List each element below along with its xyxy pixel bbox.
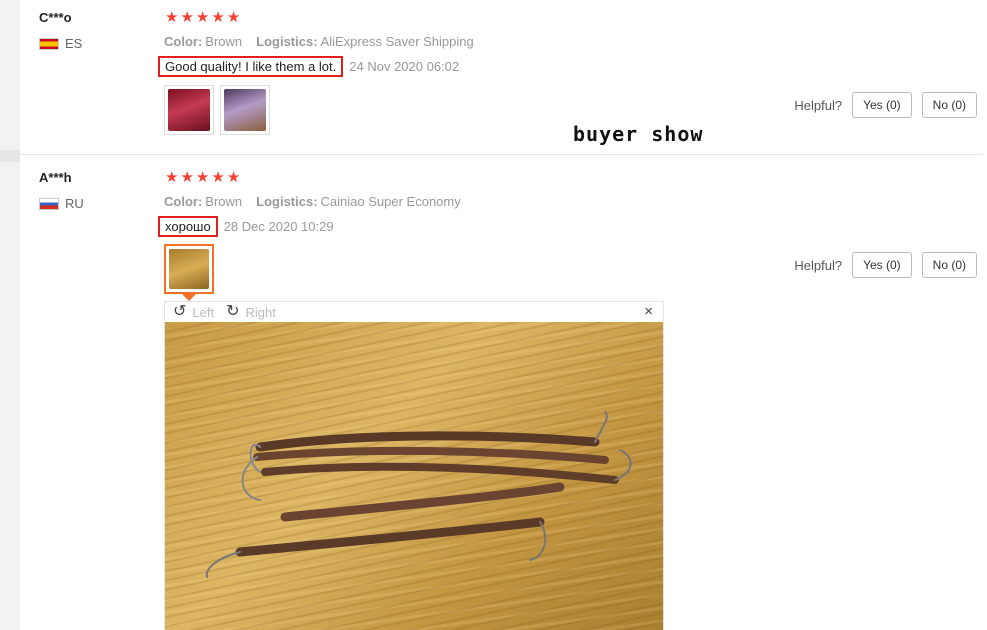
rotate-right-icon[interactable]: ↻	[226, 304, 239, 320]
review-date: 28 Dec 2020 10:29	[223, 219, 334, 234]
review-date: 24 Nov 2020 06:02	[349, 59, 460, 74]
photo-viewer: ↺ Left ↻ Right ×	[164, 301, 664, 630]
buyer-show-caption: buyer show	[573, 122, 704, 146]
star-icon: ★	[180, 9, 194, 26]
photo-image	[168, 89, 210, 131]
star-icon: ★	[165, 9, 179, 26]
color-value: Brown	[205, 34, 243, 49]
photo-image	[224, 89, 266, 131]
color-label: Color:	[164, 194, 203, 209]
feedback-text: Good quality! I like them a lot.	[158, 56, 344, 77]
logistics-value: AliExpress Saver Shipping	[320, 34, 474, 49]
star-icon: ★	[195, 169, 210, 186]
review-photos	[164, 85, 270, 135]
rotate-right-label[interactable]: Right	[246, 305, 276, 320]
star-icon: ★	[226, 9, 241, 26]
color-value: Brown	[205, 194, 243, 209]
close-icon[interactable]: ×	[644, 303, 653, 320]
helpful-label: Helpful?	[794, 257, 843, 273]
star-icon: ★	[165, 169, 179, 186]
flag-ru-icon	[39, 197, 59, 210]
order-meta: Color: Brown Logistics: AliExpress Saver S…	[164, 34, 474, 49]
reviewer-country: ES	[39, 36, 82, 51]
country-code: RU	[65, 196, 84, 211]
review-card: C***o ES ★ ★ ★ ★ ★ Color: Brown Logistics…	[20, 0, 983, 155]
helpful-label: Helpful?	[794, 97, 843, 113]
helpful-yes-button[interactable]: Yes (0)	[852, 92, 912, 118]
logistics-value: Cainiao Super Economy	[320, 194, 461, 209]
feedback-row: хорошо 28 Dec 2020 10:29	[158, 216, 334, 237]
review-photo-thumbnail[interactable]	[164, 244, 214, 301]
star-icon: ★	[195, 9, 210, 26]
enlarged-review-photo	[165, 322, 663, 630]
flag-es-icon	[39, 37, 59, 50]
helpful-no-button[interactable]: No (0)	[921, 252, 977, 278]
star-icon: ★	[211, 169, 225, 186]
star-rating: ★ ★ ★ ★ ★	[165, 170, 240, 185]
logistics-label: Logistics:	[256, 194, 318, 209]
photo-image	[169, 249, 209, 289]
helpful-controls: Helpful? Yes (0) No (0)	[794, 92, 977, 118]
review-photo-thumbnail[interactable]	[164, 85, 214, 135]
feedback-row: Good quality! I like them a lot. 24 Nov …	[158, 56, 459, 77]
reviewer-name: A***h	[39, 170, 72, 185]
rotate-left-icon[interactable]: ↺	[173, 304, 186, 320]
viewer-toolbar: ↺ Left ↻ Right ×	[165, 302, 663, 322]
feedback-text: хорошо	[158, 216, 218, 237]
rotate-left-label[interactable]: Left	[192, 305, 214, 320]
color-label: Color:	[164, 34, 203, 49]
country-code: ES	[65, 36, 83, 51]
review-photos	[164, 244, 214, 301]
rail-notch	[0, 150, 20, 162]
review-card: A***h RU ★ ★ ★ ★ ★ Color: Brown Logistics…	[20, 156, 983, 630]
order-meta: Color: Brown Logistics: Cainiao Super Econ…	[164, 194, 461, 209]
hair-pins-illustration	[205, 411, 632, 578]
helpful-yes-button[interactable]: Yes (0)	[852, 252, 912, 278]
reviewer-name: C***o	[39, 10, 72, 25]
star-icon: ★	[180, 169, 194, 186]
review-photo-thumbnail[interactable]	[220, 85, 270, 135]
star-icon: ★	[211, 9, 225, 26]
star-icon: ★	[226, 169, 241, 186]
helpful-no-button[interactable]: No (0)	[921, 92, 977, 118]
helpful-controls: Helpful? Yes (0) No (0)	[794, 252, 977, 278]
left-rail	[0, 0, 20, 630]
reviewer-country: RU	[39, 196, 84, 211]
star-rating: ★ ★ ★ ★ ★	[165, 10, 240, 25]
logistics-label: Logistics:	[256, 34, 318, 49]
